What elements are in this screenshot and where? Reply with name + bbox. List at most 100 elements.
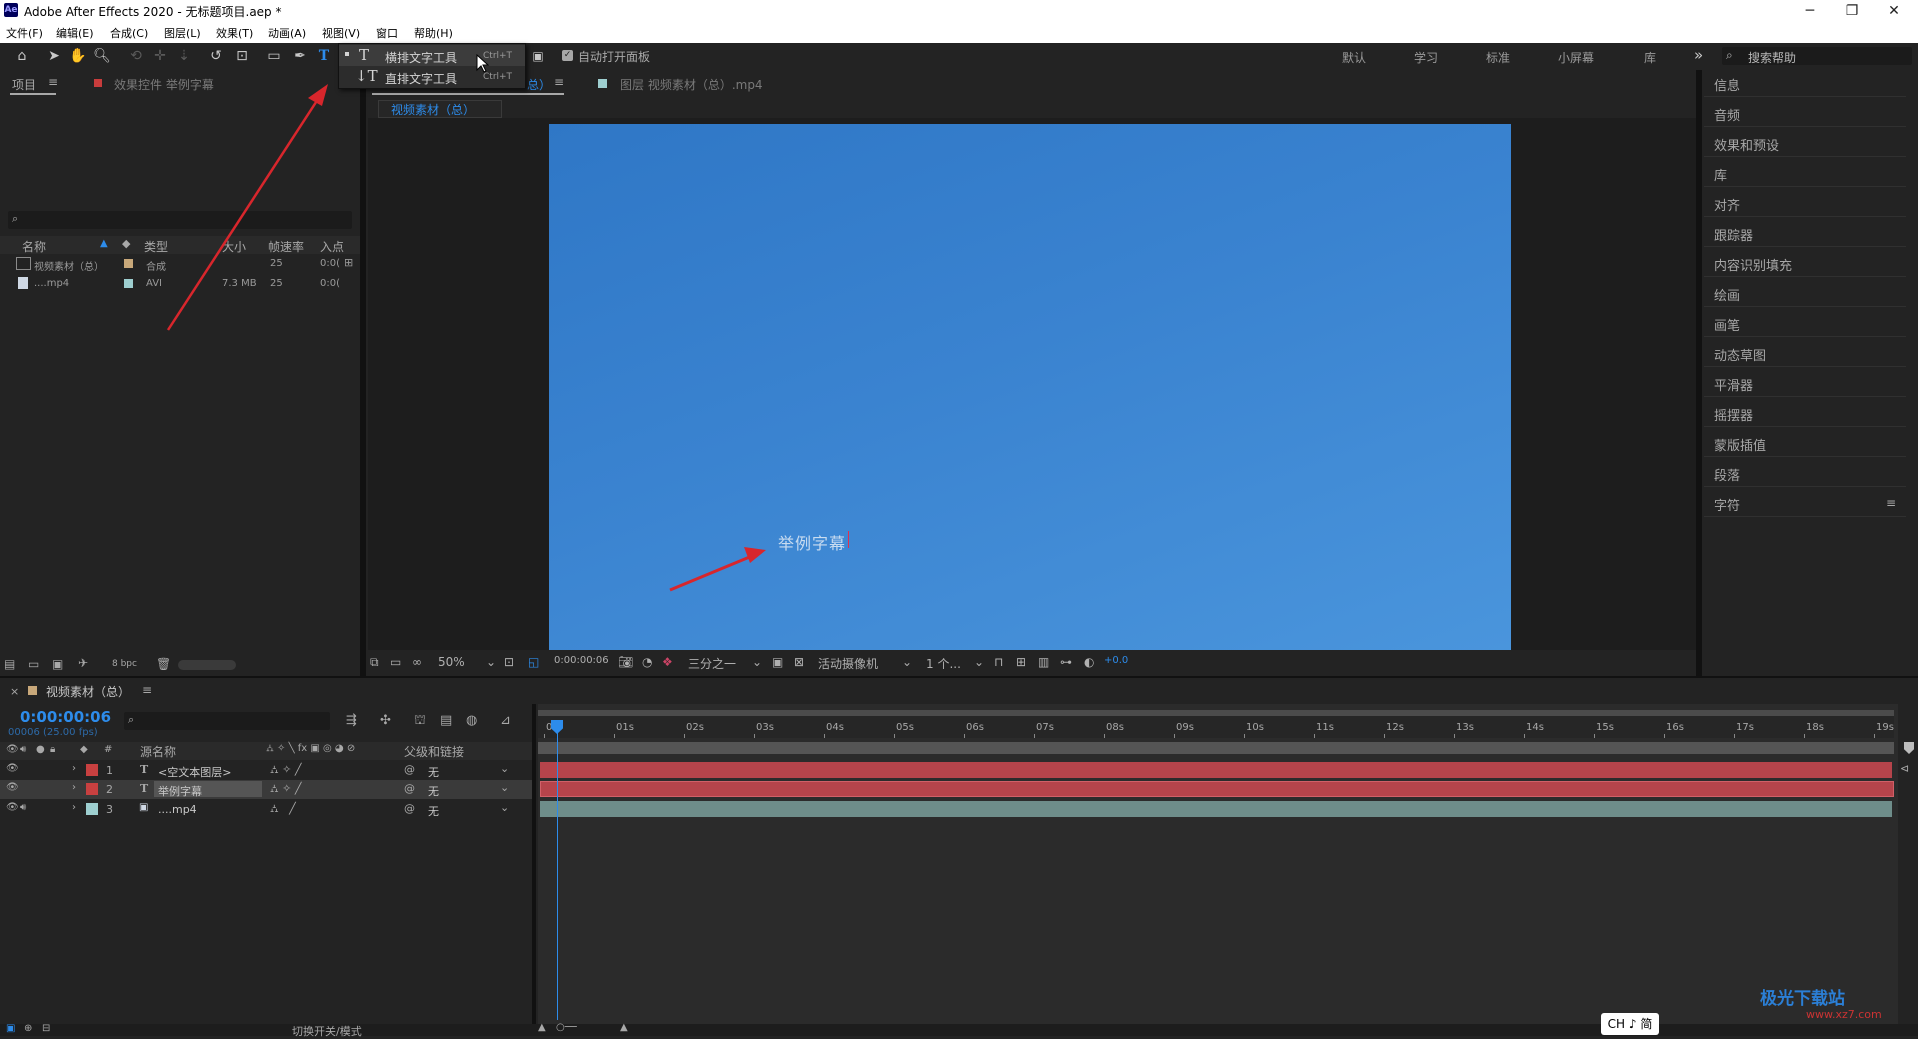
audio-toggle-icon[interactable]: 🔊︎ [20, 744, 26, 755]
modes-icon[interactable]: ⊕ [24, 1023, 32, 1034]
graph-editor-icon[interactable]: ⊿ [500, 713, 511, 728]
more-workspaces-icon[interactable]: » [1694, 46, 1703, 64]
panel-mask-interpolation[interactable]: 蒙版插值 [1714, 435, 1766, 454]
chevron-down-icon[interactable]: ⌄ [902, 655, 912, 669]
label-swatch[interactable] [86, 764, 98, 776]
layer-name[interactable]: ....mp4 [158, 803, 197, 816]
toggle-pixel-icon[interactable]: ⊓ [994, 655, 1003, 669]
chevron-down-icon[interactable]: ⌄ [974, 655, 984, 669]
selection-tool-icon[interactable]: ➤ [44, 46, 64, 66]
comp-mini-flowchart-icon[interactable]: ⇶ [346, 713, 357, 728]
menu-effect[interactable]: 效果(T) [216, 25, 253, 41]
pick-whip-icon[interactable]: @ [404, 763, 415, 776]
parent-dropdown[interactable]: 无 [428, 783, 439, 799]
workspace-standard[interactable]: 标准 [1486, 49, 1510, 66]
comp-button-icon[interactable]: ⊲ [1900, 762, 1909, 775]
panel-effects-presets[interactable]: 效果和预设 [1714, 135, 1779, 154]
show-snapshot-icon[interactable]: ◔ [642, 655, 652, 669]
tab-effect-controls[interactable]: 效果控件 举例字幕 [114, 76, 214, 93]
monitor-icon[interactable]: ▭ [390, 655, 401, 669]
menu-layer[interactable]: 图层(L) [164, 25, 201, 41]
column-type[interactable]: 类型 [144, 238, 168, 255]
viewer-timecode[interactable]: 0:00:00:06 [554, 655, 609, 666]
project-row[interactable]: ....mp4 AVI 7.3 MB 25 0:0( [0, 276, 360, 294]
bpc-button[interactable]: 8 bpc [112, 659, 137, 669]
expand-arrow-icon[interactable]: › [72, 763, 76, 774]
panel-icon[interactable]: ▣ [528, 46, 548, 66]
snapshot-icon[interactable]: 📷︎ [618, 655, 633, 669]
visibility-eye-icon[interactable]: 👁︎ [6, 763, 19, 774]
minimize-button[interactable]: ─ [1790, 1, 1830, 21]
lock-icon[interactable]: 🔒︎ [50, 744, 55, 755]
new-folder-icon[interactable]: ▭ [28, 657, 39, 671]
zoom-dropdown[interactable]: 50% [438, 655, 465, 669]
column-source-name[interactable]: 源名称 [140, 743, 176, 760]
timeline-search-input[interactable]: ⌕ [124, 712, 330, 730]
panel-tracker[interactable]: 跟踪器 [1714, 225, 1753, 244]
fit-frame-icon[interactable]: ⊡ [504, 655, 514, 669]
search-help-field[interactable]: ⌕ 搜索帮助 [1722, 47, 1912, 65]
interpret-footage-icon[interactable]: ▤ [4, 657, 15, 671]
zoom-in-icon[interactable]: ▲ [620, 1022, 628, 1033]
layer-name[interactable]: 举例字幕 [158, 783, 202, 799]
type-tool-icon[interactable]: T [314, 46, 334, 66]
menu-help[interactable]: 帮助(H) [414, 25, 453, 41]
switches-icons[interactable]: ⛼ ✧ ╱ [270, 763, 301, 778]
panel-content-aware-fill[interactable]: 内容识别填充 [1714, 255, 1792, 274]
panel-menu-icon[interactable]: ≡ [1886, 496, 1896, 510]
playhead-line[interactable] [557, 720, 558, 1020]
parent-dropdown[interactable]: 无 [428, 764, 439, 780]
close-button[interactable]: ✕ [1874, 1, 1914, 21]
workspace-learn[interactable]: 学习 [1414, 49, 1438, 66]
fast-preview-icon[interactable]: ▣ [772, 655, 783, 669]
audio-toggle-icon[interactable]: 🔊︎ [20, 802, 26, 813]
anchor-point-tool-icon[interactable]: ⊡ [232, 46, 252, 66]
label-swatch[interactable] [86, 803, 98, 815]
workspace-libraries[interactable]: 库 [1644, 49, 1656, 66]
exposure-value[interactable]: +0.0 [1104, 655, 1128, 666]
layer-row[interactable]: 👁︎ 🔊︎ › 3 ▣ ....mp4 ⛼ ╱ @ 无 ⌄ [0, 800, 534, 819]
panel-audio[interactable]: 音频 [1714, 105, 1740, 124]
trash-icon[interactable]: 🗑︎ [156, 657, 171, 671]
dolly-tool-icon[interactable]: ⇣ [174, 46, 194, 66]
thumbnail-slider[interactable] [178, 660, 236, 670]
layer-bar[interactable] [540, 762, 1892, 778]
render-icon[interactable]: ✈ [78, 656, 88, 670]
column-in-point[interactable]: 入点 [320, 238, 344, 255]
menu-window[interactable]: 窗口 [376, 25, 398, 41]
menu-animation[interactable]: 动画(A) [268, 25, 306, 41]
panel-brushes[interactable]: 画笔 [1714, 315, 1740, 334]
chevron-down-icon[interactable]: ⌄ [500, 801, 509, 814]
panel-wiggler[interactable]: 摇摆器 [1714, 405, 1753, 424]
toggle-switches-modes[interactable]: 切换开关/模式 [292, 1023, 362, 1039]
home-icon[interactable]: ⌂ [12, 46, 32, 66]
timeline-icon[interactable]: ▥ [1038, 655, 1049, 669]
panel-menu-icon[interactable]: ≡ [48, 75, 58, 89]
timeline-tab-name[interactable]: 视频素材（总） [46, 683, 130, 700]
rotation-tool-icon[interactable]: ↺ [206, 46, 226, 66]
layer-row[interactable]: 👁︎ › 1 T <空文本图层> ⛼ ✧ ╱ @ 无 ⌄ [0, 761, 534, 780]
draft-3d-icon[interactable]: ✣ [380, 713, 391, 728]
layer-row-selected[interactable]: 👁︎ › 2 T 举例字幕 ⛼ ✧ ╱ @ 无 ⌄ [0, 780, 534, 799]
auto-open-checkbox[interactable]: ✓ [562, 50, 573, 61]
video-toggle-icon[interactable]: 👁︎ [6, 744, 19, 755]
current-time-display[interactable]: 0:00:00:06 [20, 708, 111, 726]
chevron-down-icon[interactable]: ⌄ [752, 655, 762, 669]
switches-icons[interactable]: ⛼ ✧ ╱ [270, 782, 301, 797]
flowchart-icon[interactable]: ⊶ [1060, 655, 1072, 669]
render-time-icon[interactable]: ▣ [6, 1023, 15, 1034]
zoom-out-icon[interactable]: ▲ [538, 1022, 546, 1033]
label-swatch[interactable] [86, 783, 98, 795]
reset-exposure-icon[interactable]: ⊞ [1016, 655, 1026, 669]
panel-smoother[interactable]: 平滑器 [1714, 375, 1753, 394]
menu-view[interactable]: 视图(V) [322, 25, 360, 41]
chevron-down-icon[interactable]: ⌄ [500, 781, 509, 794]
project-search-input[interactable]: ⌕ [8, 211, 352, 229]
visibility-eye-icon[interactable]: 👁︎ [6, 782, 19, 793]
tab-project[interactable]: 项目 [12, 76, 36, 93]
solo-icon[interactable]: ● [36, 744, 45, 755]
close-tab-icon[interactable]: × [10, 685, 19, 698]
views-dropdown[interactable]: 1 个... [926, 655, 961, 672]
region-of-interest-icon[interactable]: ◱ [528, 655, 539, 669]
workspace-small-screen[interactable]: 小屏幕 [1558, 49, 1594, 66]
